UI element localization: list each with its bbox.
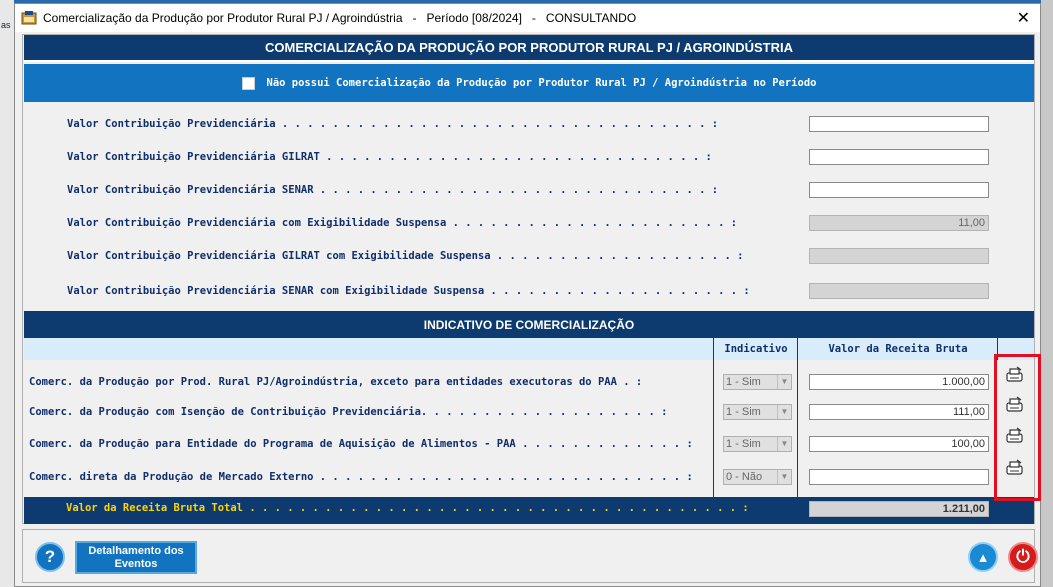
contribution-suspended-label: Valor Contribuição Previdenciária com Ex… xyxy=(67,217,738,229)
no-commercialization-label: Não possui Comercialização da Produção p… xyxy=(266,77,817,89)
footer-bar: ? Detalhamento dos Eventos ▲ ⏻ xyxy=(22,529,1038,583)
help-button[interactable]: ? xyxy=(35,542,65,572)
contribution-senar-suspended-label: Valor Contribuição Previdenciária SENAR … xyxy=(67,285,750,297)
main-panel: COMERCIALIZAÇÃO DA PRODUÇÃO POR PRODUTOR… xyxy=(22,34,1035,524)
title-bar: Comercialização da Produção por Produtor… xyxy=(15,4,1040,32)
contribution-suspended-field: 11,00 xyxy=(809,215,989,231)
receita-bruta-field[interactable]: 1.000,00 xyxy=(809,374,989,390)
detail-events-button[interactable]: Detalhamento dos Eventos xyxy=(75,541,197,574)
contribution-gilrat-suspended-field xyxy=(809,248,989,264)
comercializacao-row-label: Comerc. da Produção com Isenção de Contr… xyxy=(29,406,668,418)
scroll-top-button[interactable]: ▲ xyxy=(968,542,998,572)
close-icon[interactable]: ✕ xyxy=(1017,8,1030,28)
chevron-down-icon: ▼ xyxy=(777,437,791,451)
background-left-text: as xyxy=(1,20,11,30)
column-divider xyxy=(797,338,798,497)
highlight-box xyxy=(994,354,1041,501)
contribution-label: Valor Contribuição Previdenciária . . . … xyxy=(67,118,719,130)
background-app-right xyxy=(1041,0,1053,587)
window-title: Comercialização da Produção por Produtor… xyxy=(43,11,637,25)
indicativo-select-value: 0 - Não xyxy=(726,471,763,483)
indicativo-select: 1 - Sim ▼ xyxy=(723,436,792,452)
comercializacao-row-label: Comerc. da Produção para Entidade do Pro… xyxy=(29,438,693,450)
indicativo-select-value: 1 - Sim xyxy=(726,438,761,450)
total-field: 1.211,00 xyxy=(809,501,989,517)
chevron-down-icon: ▼ xyxy=(777,375,791,389)
help-icon: ? xyxy=(44,547,56,566)
contribution-senar-label: Valor Contribuição Previdenciária SENAR … xyxy=(67,184,719,196)
indicativo-select: 1 - Sim ▼ xyxy=(723,404,792,420)
indicativo-column-header: Indicativo Valor da Receita Bruta xyxy=(24,338,1034,360)
app-icon xyxy=(21,11,37,25)
exit-button[interactable]: ⏻ xyxy=(1008,542,1038,572)
indicativo-select: 0 - Não ▼ xyxy=(723,469,792,485)
no-commercialization-checkbox[interactable] xyxy=(241,76,255,90)
dialog-window: Comercialização da Produção por Produtor… xyxy=(14,3,1041,587)
contribution-gilrat-suspended-label: Valor Contribuição Previdenciária GILRAT… xyxy=(67,250,744,262)
no-commercialization-toggle: Não possui Comercialização da Produção p… xyxy=(24,64,1034,102)
power-icon: ⏻ xyxy=(1016,547,1030,566)
indicativo-section-title: INDICATIVO DE COMERCIALIZAÇÃO xyxy=(24,311,1034,338)
column-divider xyxy=(713,338,714,497)
background-app-left: as xyxy=(0,0,14,587)
comercializacao-row-label: Comerc. direta da Produção de Mercado Ex… xyxy=(29,471,693,483)
contribution-senar-field[interactable] xyxy=(809,182,989,198)
contribution-gilrat-label: Valor Contribuição Previdenciária GILRAT… xyxy=(67,151,712,163)
indicativo-select: 1 - Sim ▼ xyxy=(723,374,792,390)
total-label: Valor da Receita Bruta Total . . . . . .… xyxy=(66,502,749,514)
arrow-up-icon: ▲ xyxy=(976,549,990,565)
column-receita-bruta: Valor da Receita Bruta xyxy=(828,343,968,355)
chevron-down-icon: ▼ xyxy=(777,470,791,484)
page-title: COMERCIALIZAÇÃO DA PRODUÇÃO POR PRODUTOR… xyxy=(24,35,1034,62)
receita-bruta-field[interactable]: 111,00 xyxy=(809,404,989,420)
receita-bruta-field[interactable]: 100,00 xyxy=(809,436,989,452)
column-indicativo: Indicativo xyxy=(724,343,788,355)
indicativo-select-value: 1 - Sim xyxy=(726,406,761,418)
contribution-field[interactable] xyxy=(809,116,989,132)
indicativo-select-value: 1 - Sim xyxy=(726,376,761,388)
chevron-down-icon: ▼ xyxy=(777,405,791,419)
receita-bruta-field[interactable] xyxy=(809,469,989,485)
contribution-senar-suspended-field xyxy=(809,283,989,299)
comercializacao-row-label: Comerc. da Produção por Prod. Rural PJ/A… xyxy=(29,376,643,388)
contribution-gilrat-field[interactable] xyxy=(809,149,989,165)
